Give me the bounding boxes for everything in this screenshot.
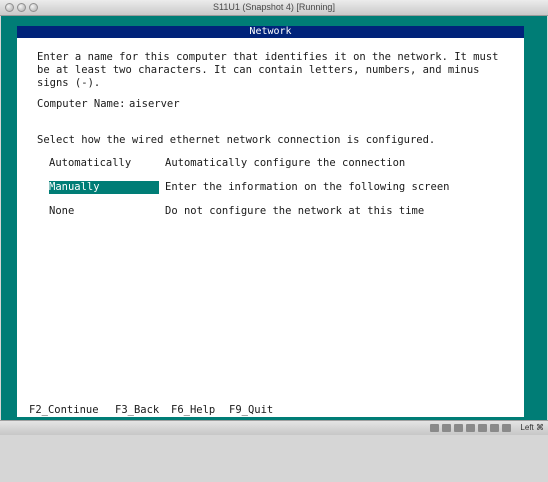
usb-icon[interactable] (454, 424, 463, 432)
option-none-description: Do not configure the network at this tim… (165, 205, 425, 217)
vm-statusbar: Left ⌘ (0, 420, 548, 435)
intro-text-line-3: signs (-). (37, 77, 101, 89)
host-key-indicator: Left ⌘ (520, 423, 544, 432)
dialog-title: Network (17, 26, 524, 38)
vm-screen[interactable]: Network Enter a name for this computer t… (1, 16, 547, 420)
intro-text-line-2: be at least two characters. It can conta… (37, 64, 480, 76)
computer-name-field[interactable]: aiserver (129, 98, 180, 111)
function-key-bar: F2_Continue F3_Back F6_Help F9_Quit (17, 404, 524, 417)
window-title: S11U1 (Snapshot 4) [Running] (213, 2, 335, 12)
capture-icon[interactable] (490, 424, 499, 432)
option-none[interactable]: None (49, 205, 74, 218)
intro-text-line-1: Enter a name for this computer that iden… (37, 51, 499, 63)
optical-drive-icon[interactable] (442, 424, 451, 432)
f3-back-key[interactable]: F3_Back (115, 404, 159, 417)
window-titlebar: S11U1 (Snapshot 4) [Running] (0, 0, 548, 16)
f6-help-key[interactable]: F6_Help (171, 404, 215, 417)
shared-folders-icon[interactable] (478, 424, 487, 432)
f2-continue-key[interactable]: F2_Continue (29, 404, 99, 417)
select-prompt: Select how the wired ethernet network co… (37, 134, 436, 146)
option-manually[interactable]: Manually (49, 181, 159, 194)
network-dialog: Network Enter a name for this computer t… (17, 26, 524, 404)
network-icon[interactable] (466, 424, 475, 432)
keyboard-icon[interactable] (502, 424, 511, 432)
f9-quit-key[interactable]: F9_Quit (229, 404, 273, 417)
hard-disk-icon[interactable] (430, 424, 439, 432)
option-automatically[interactable]: Automatically (49, 157, 131, 170)
option-automatically-description: Automatically configure the connection (165, 157, 406, 169)
computer-name-label: Computer Name: (37, 98, 126, 110)
option-manually-description: Enter the information on the following s… (165, 181, 450, 193)
